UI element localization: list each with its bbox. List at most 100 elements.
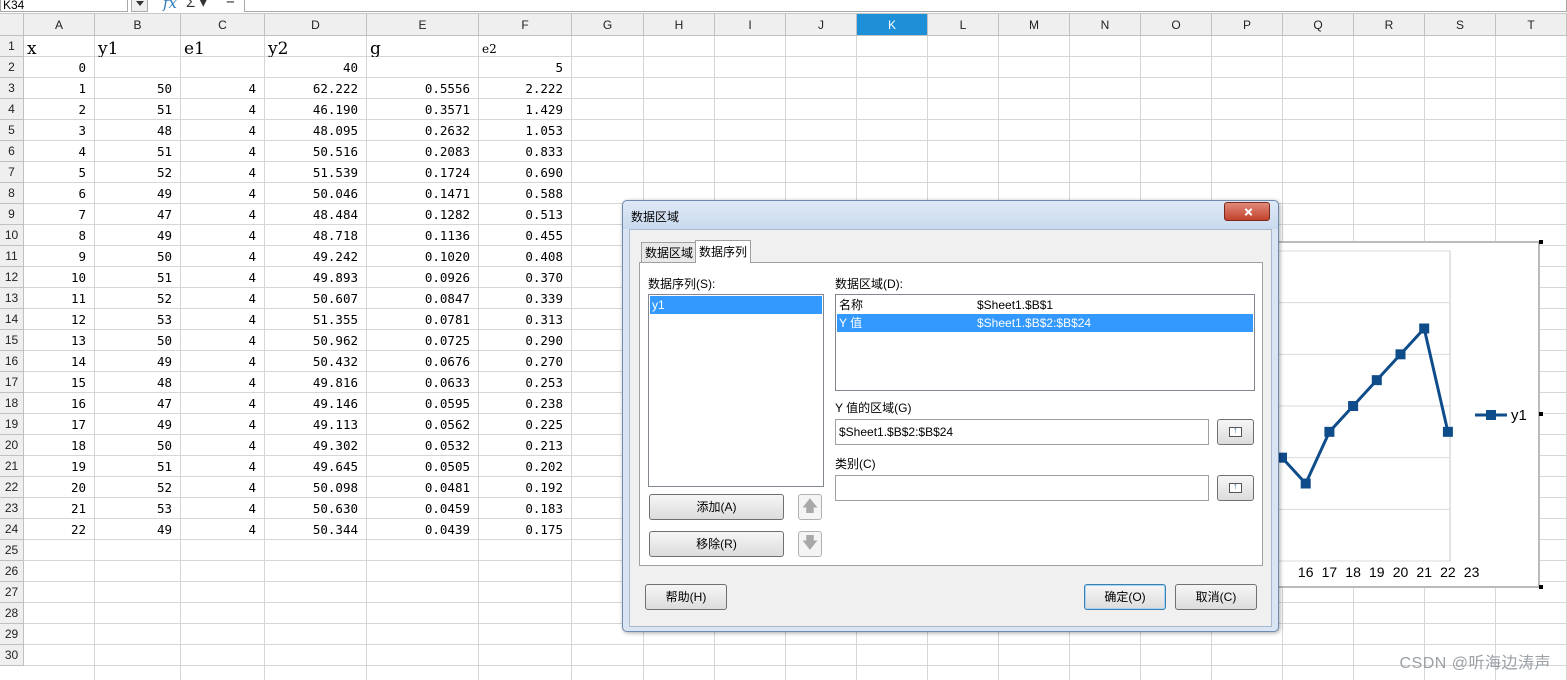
cell-d24[interactable]: 50.344 xyxy=(265,519,367,540)
cell-header-x[interactable]: x xyxy=(24,36,95,57)
cell-e21[interactable]: 0.0505 xyxy=(367,456,479,477)
cell-header-y1[interactable]: y1 xyxy=(95,36,181,57)
data-point-marker[interactable] xyxy=(1419,323,1430,334)
cell-d16[interactable]: 50.432 xyxy=(265,351,367,372)
cell-d21[interactable]: 49.645 xyxy=(265,456,367,477)
cell-e18[interactable]: 0.0595 xyxy=(367,393,479,414)
chart-handle-middle-right[interactable] xyxy=(1539,412,1543,416)
ok-button[interactable]: 确定(O) xyxy=(1084,584,1166,610)
add-button[interactable]: 添加(A) xyxy=(649,494,784,520)
cell-c15[interactable]: 4 xyxy=(181,330,265,351)
cell-f22[interactable]: 0.192 xyxy=(479,477,572,498)
cell-a6[interactable]: 4 xyxy=(24,141,95,162)
cell-e2[interactable] xyxy=(367,57,479,78)
cell-d10[interactable]: 48.718 xyxy=(265,225,367,246)
cell-e12[interactable]: 0.0926 xyxy=(367,267,479,288)
cell-a13[interactable]: 11 xyxy=(24,288,95,309)
cell-e7[interactable]: 0.1724 xyxy=(367,162,479,183)
cell-f15[interactable]: 0.290 xyxy=(479,330,572,351)
categories-shrink-button[interactable] xyxy=(1217,475,1254,501)
data-point-marker[interactable] xyxy=(1324,426,1335,437)
cell-f18[interactable]: 0.238 xyxy=(479,393,572,414)
cell-d6[interactable]: 50.516 xyxy=(265,141,367,162)
cancel-button[interactable]: 取消(C) xyxy=(1175,584,1257,610)
cell-f2[interactable]: 5 xyxy=(479,57,572,78)
data-point-marker[interactable] xyxy=(1371,375,1382,386)
cell-a23[interactable]: 21 xyxy=(24,498,95,519)
cell-b2[interactable] xyxy=(95,57,181,78)
cell-a9[interactable]: 7 xyxy=(24,204,95,225)
cell-d20[interactable]: 49.302 xyxy=(265,435,367,456)
cell-c3[interactable]: 4 xyxy=(181,78,265,99)
cell-a22[interactable]: 20 xyxy=(24,477,95,498)
cell-b5[interactable]: 48 xyxy=(95,120,181,141)
cell-c19[interactable]: 4 xyxy=(181,414,265,435)
cell-e22[interactable]: 0.0481 xyxy=(367,477,479,498)
cell-c14[interactable]: 4 xyxy=(181,309,265,330)
cell-c13[interactable]: 4 xyxy=(181,288,265,309)
cell-b10[interactable]: 49 xyxy=(95,225,181,246)
cell-a8[interactable]: 6 xyxy=(24,183,95,204)
cell-a24[interactable]: 22 xyxy=(24,519,95,540)
cell-c24[interactable]: 4 xyxy=(181,519,265,540)
cell-b8[interactable]: 49 xyxy=(95,183,181,204)
cell-header-e2[interactable]: e2 xyxy=(479,36,572,57)
cell-e20[interactable]: 0.0532 xyxy=(367,435,479,456)
cell-d4[interactable]: 46.190 xyxy=(265,99,367,120)
cell-c18[interactable]: 4 xyxy=(181,393,265,414)
cell-e11[interactable]: 0.1020 xyxy=(367,246,479,267)
cell-c16[interactable]: 4 xyxy=(181,351,265,372)
cell-header-g[interactable]: g xyxy=(367,36,479,57)
chart-handle-bottom-right[interactable] xyxy=(1539,585,1543,589)
cell-a21[interactable]: 19 xyxy=(24,456,95,477)
cell-f23[interactable]: 0.183 xyxy=(479,498,572,519)
cell-c7[interactable]: 4 xyxy=(181,162,265,183)
cell-e4[interactable]: 0.3571 xyxy=(367,99,479,120)
cell-f21[interactable]: 0.202 xyxy=(479,456,572,477)
cell-f11[interactable]: 0.408 xyxy=(479,246,572,267)
cell-b16[interactable]: 49 xyxy=(95,351,181,372)
cell-a20[interactable]: 18 xyxy=(24,435,95,456)
cell-c9[interactable]: 4 xyxy=(181,204,265,225)
cell-f10[interactable]: 0.455 xyxy=(479,225,572,246)
cell-e19[interactable]: 0.0562 xyxy=(367,414,479,435)
cell-d12[interactable]: 49.893 xyxy=(265,267,367,288)
cell-a10[interactable]: 8 xyxy=(24,225,95,246)
cell-c4[interactable]: 4 xyxy=(181,99,265,120)
y-range-input[interactable]: $Sheet1.$B$2:$B$24 xyxy=(835,419,1209,445)
cell-b21[interactable]: 51 xyxy=(95,456,181,477)
cell-a16[interactable]: 14 xyxy=(24,351,95,372)
dialog-titlebar[interactable]: 数据区域 xyxy=(623,201,1278,229)
data-point-marker[interactable] xyxy=(1300,478,1311,489)
cell-a19[interactable]: 17 xyxy=(24,414,95,435)
cell-a17[interactable]: 15 xyxy=(24,372,95,393)
cell-e6[interactable]: 0.2083 xyxy=(367,141,479,162)
cell-d9[interactable]: 48.484 xyxy=(265,204,367,225)
cell-c2[interactable] xyxy=(181,57,265,78)
cell-header-e1[interactable]: e1 xyxy=(181,36,265,57)
cell-c11[interactable]: 4 xyxy=(181,246,265,267)
cell-f17[interactable]: 0.253 xyxy=(479,372,572,393)
cell-b18[interactable]: 47 xyxy=(95,393,181,414)
cell-b13[interactable]: 52 xyxy=(95,288,181,309)
cell-b14[interactable]: 53 xyxy=(95,309,181,330)
cell-d14[interactable]: 51.355 xyxy=(265,309,367,330)
cell-e14[interactable]: 0.0781 xyxy=(367,309,479,330)
cell-c23[interactable]: 4 xyxy=(181,498,265,519)
cell-e16[interactable]: 0.0676 xyxy=(367,351,479,372)
tab-data-series[interactable]: 数据序列 xyxy=(695,240,752,263)
cell-f24[interactable]: 0.175 xyxy=(479,519,572,540)
cell-d13[interactable]: 50.607 xyxy=(265,288,367,309)
cell-f6[interactable]: 0.833 xyxy=(479,141,572,162)
cell-d5[interactable]: 48.095 xyxy=(265,120,367,141)
cell-d7[interactable]: 51.539 xyxy=(265,162,367,183)
cell-d19[interactable]: 49.113 xyxy=(265,414,367,435)
cell-a5[interactable]: 3 xyxy=(24,120,95,141)
cell-f12[interactable]: 0.370 xyxy=(479,267,572,288)
cell-f7[interactable]: 0.690 xyxy=(479,162,572,183)
cell-f19[interactable]: 0.225 xyxy=(479,414,572,435)
data-point-marker[interactable] xyxy=(1395,349,1406,360)
cell-e23[interactable]: 0.0459 xyxy=(367,498,479,519)
cell-b6[interactable]: 51 xyxy=(95,141,181,162)
cell-f3[interactable]: 2.222 xyxy=(479,78,572,99)
